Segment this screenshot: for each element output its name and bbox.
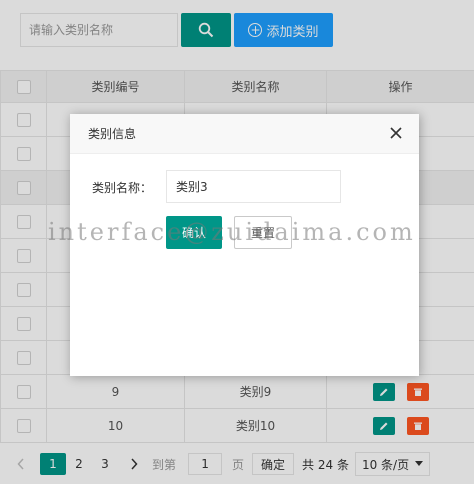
category-dialog: 类别信息 类别名称： 确认 重置: [70, 114, 419, 376]
category-name-input[interactable]: [166, 170, 341, 203]
confirm-button[interactable]: 确认: [166, 216, 222, 249]
reset-button[interactable]: 重置: [234, 216, 292, 249]
category-name-label: 类别名称：: [92, 181, 153, 195]
dialog-header: 类别信息: [70, 114, 419, 154]
dialog-title: 类别信息: [88, 127, 137, 141]
close-button[interactable]: [387, 124, 405, 142]
close-icon: [390, 127, 402, 139]
